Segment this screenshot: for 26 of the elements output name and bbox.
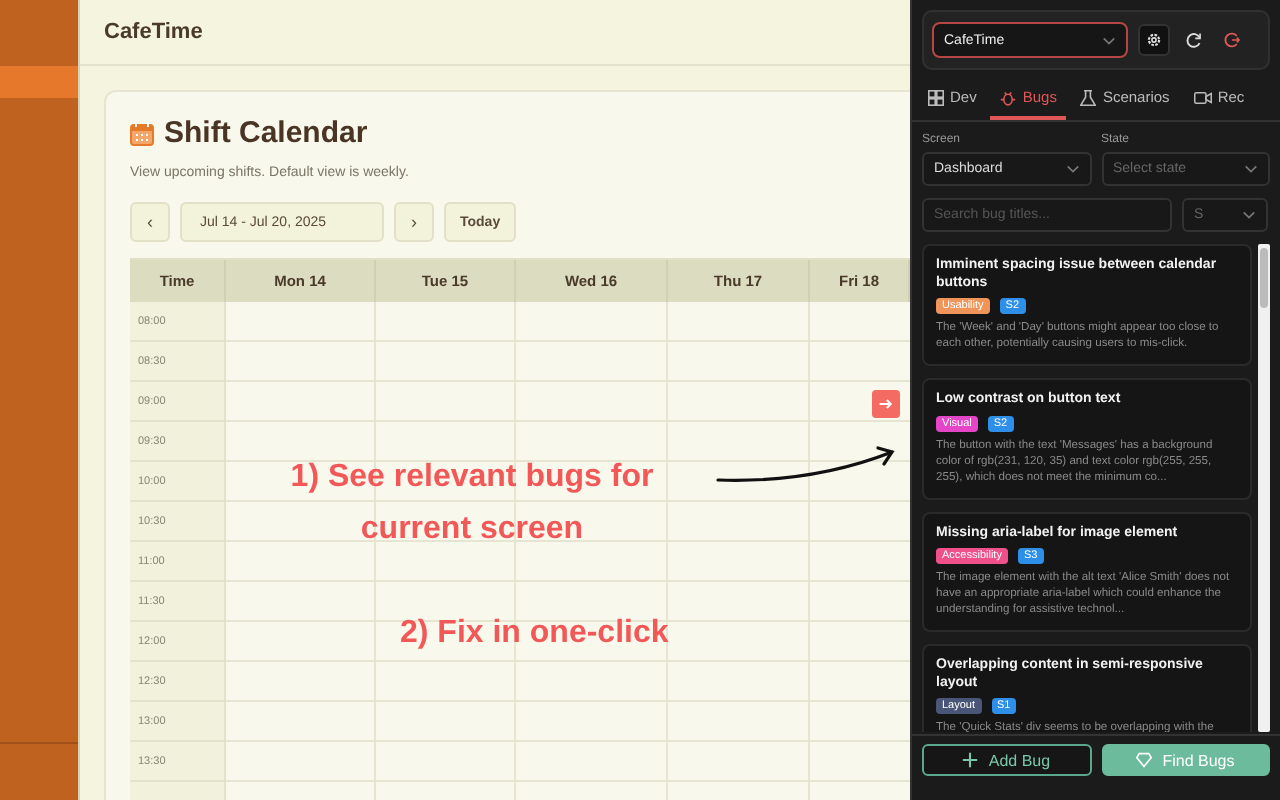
plus-icon xyxy=(962,752,979,768)
bug-card[interactable] xyxy=(922,511,1252,633)
settings-button[interactable] xyxy=(1138,24,1170,56)
flask-icon xyxy=(1080,89,1097,105)
chevron-down-icon xyxy=(1065,164,1079,174)
gem-icon xyxy=(1136,752,1153,768)
page-title: Shift Calendar xyxy=(164,116,368,150)
annotation-text: 1) See relevant bugs for current screen xyxy=(288,458,656,551)
arrow-button[interactable] xyxy=(872,390,900,418)
scrollbar[interactable] xyxy=(1258,244,1270,732)
video-icon xyxy=(1193,89,1212,105)
app-title: CafeTime xyxy=(104,20,203,44)
arrow-right-icon xyxy=(878,396,894,412)
previous-week-button[interactable]: ‹ xyxy=(130,202,170,242)
grid-icon xyxy=(928,89,944,105)
next-week-button[interactable]: › xyxy=(394,202,434,242)
refresh-icon xyxy=(1186,32,1202,48)
logout-icon xyxy=(1224,32,1240,48)
add-bug-button[interactable]: Add Bug xyxy=(922,744,1091,776)
annotation-text: 2) Fix in one-click xyxy=(400,614,669,653)
chevron-down-icon xyxy=(1102,35,1116,45)
chevron-down-icon xyxy=(1242,210,1256,220)
bug-icon xyxy=(1000,89,1017,105)
chevron-down-icon xyxy=(1244,164,1258,174)
calendar-icon xyxy=(130,121,154,145)
settings-icon xyxy=(1146,32,1162,48)
